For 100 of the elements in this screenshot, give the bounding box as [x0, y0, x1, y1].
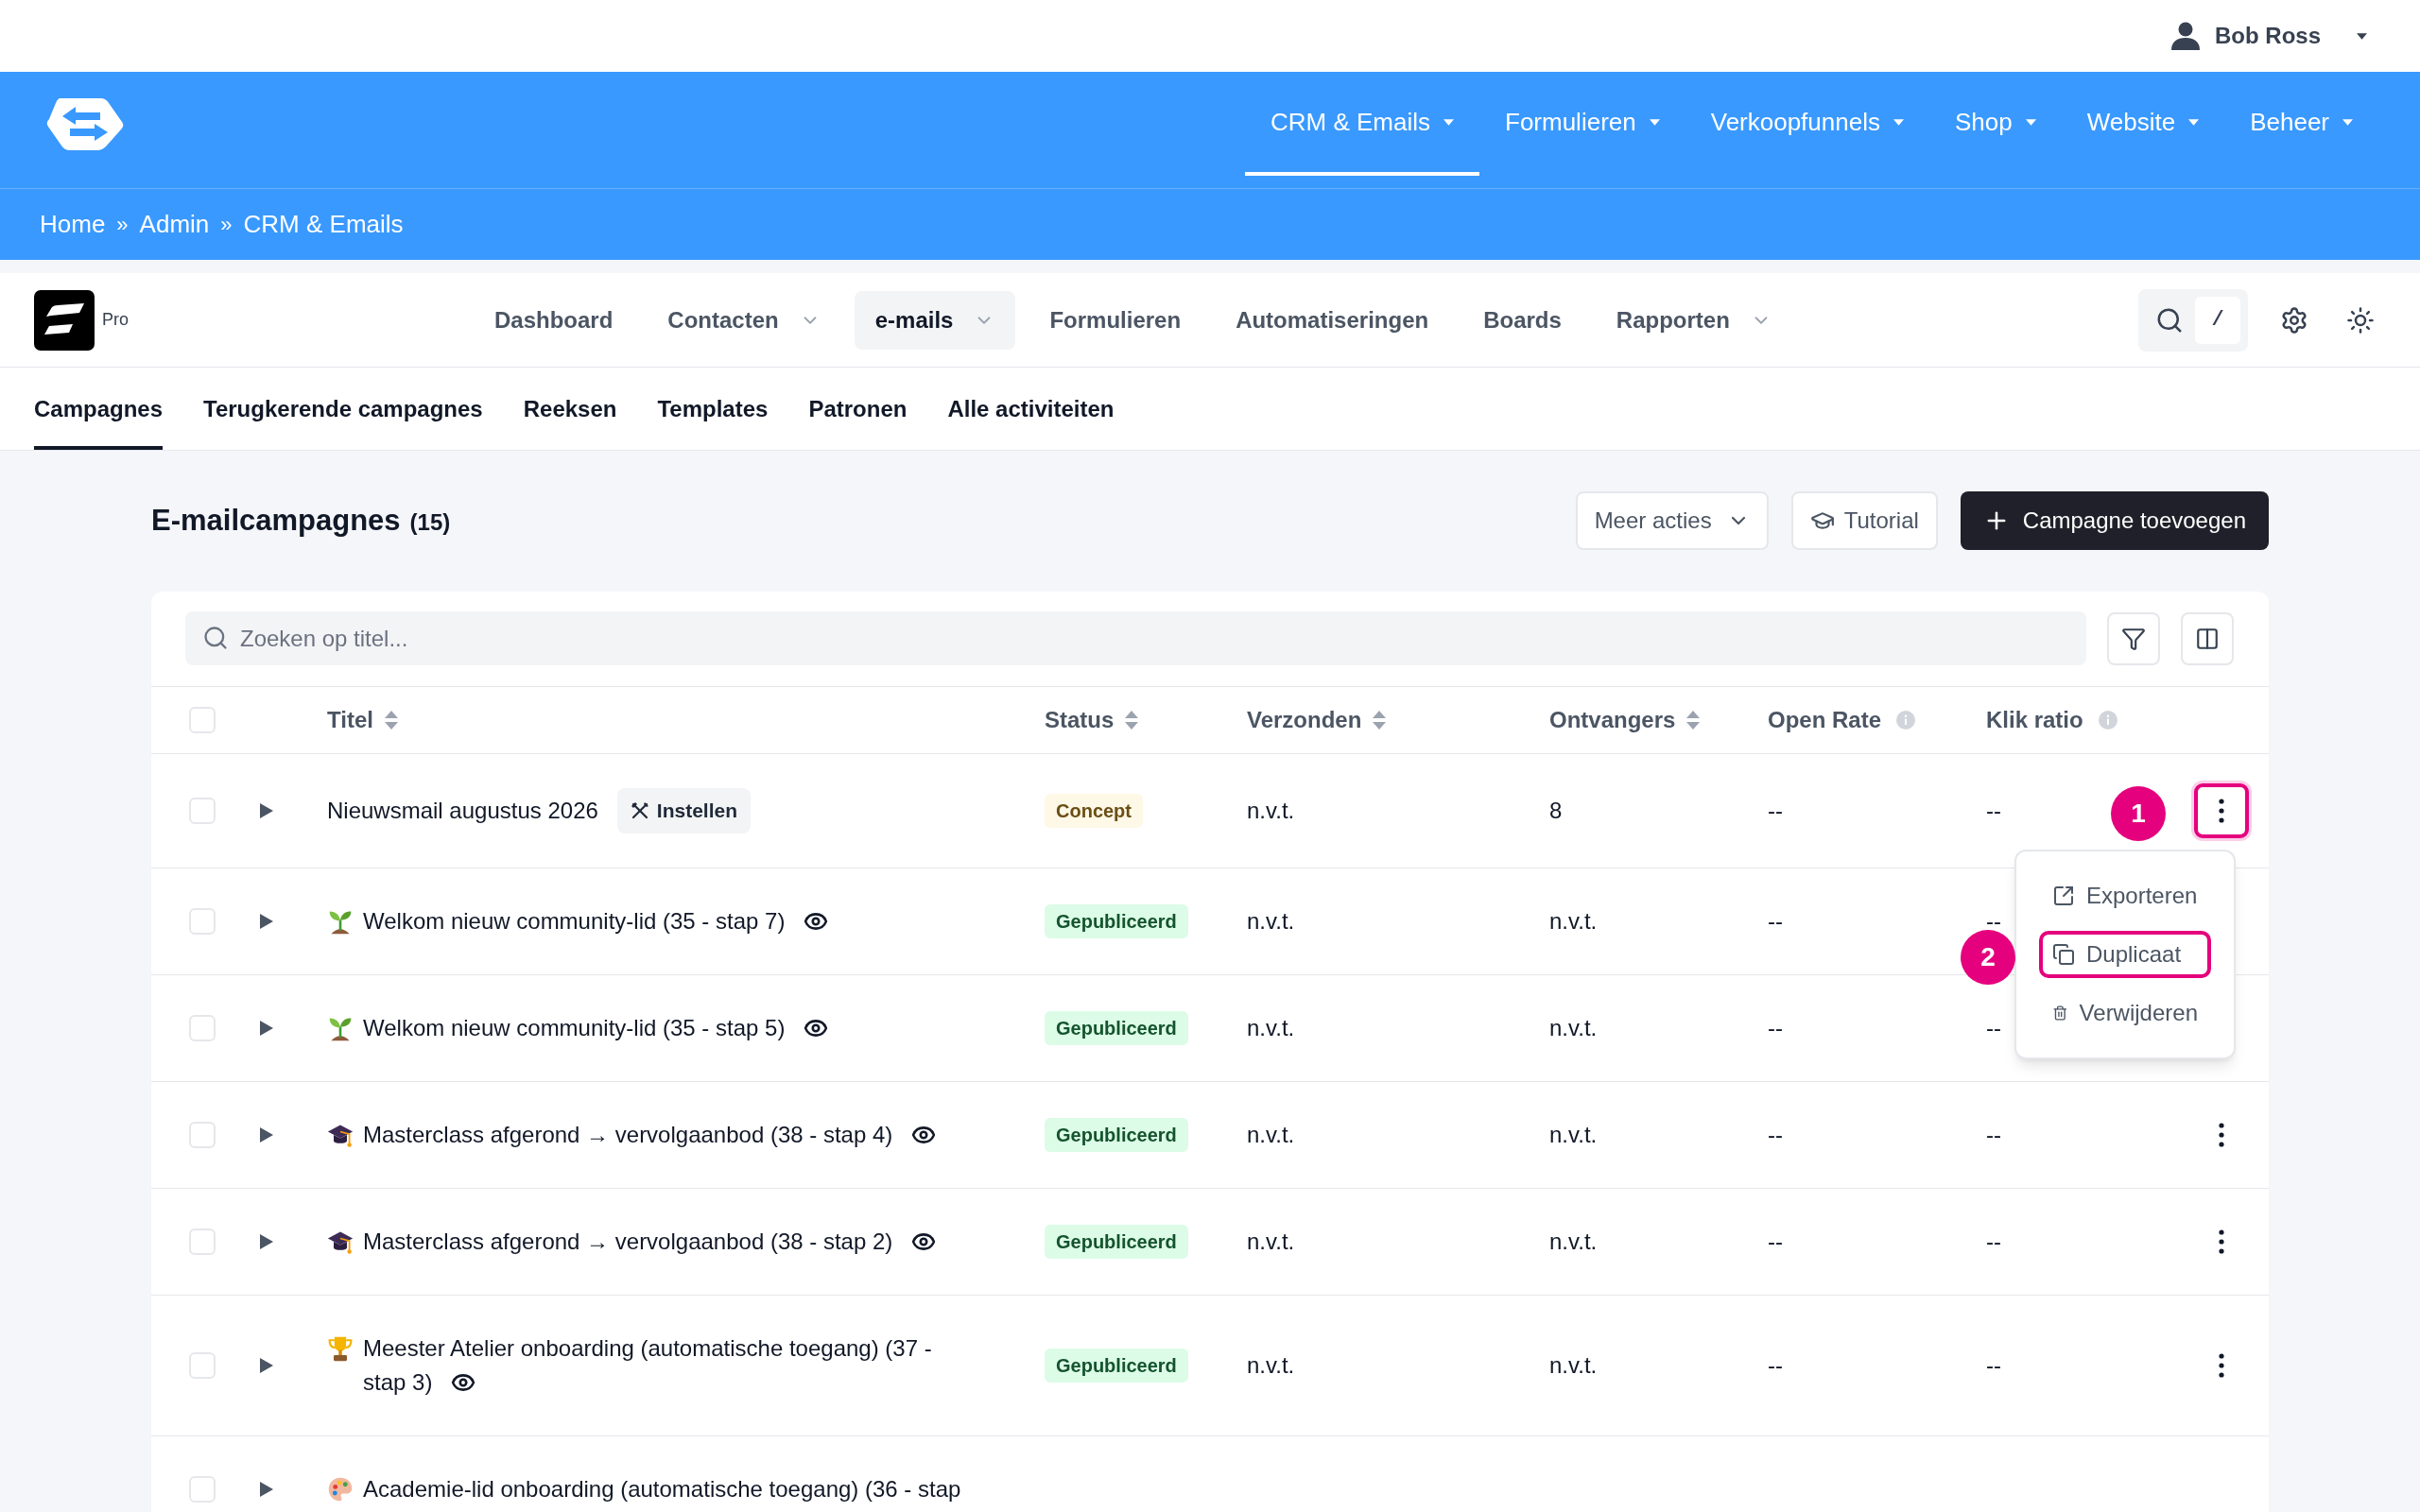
campaign-title[interactable]: Nieuwsmail augustus 2026	[327, 794, 598, 828]
recipients-cell: n.v.t.	[1549, 908, 1598, 934]
checkbox[interactable]	[189, 908, 216, 935]
more-button[interactable]	[2219, 1353, 2224, 1378]
column-header[interactable]: Status	[1045, 703, 1139, 737]
crossed-tools-icon	[630, 801, 649, 820]
sprout-icon	[327, 1015, 354, 1041]
more-button[interactable]	[2219, 1229, 2224, 1254]
caret-icon	[2342, 118, 2353, 126]
expand-triangle-icon[interactable]	[260, 1234, 273, 1249]
tutorial-button[interactable]: Tutorial	[1790, 491, 1938, 550]
status-badge: Gepubliceerd	[1045, 1225, 1188, 1259]
more-actions-button[interactable]: Meer acties	[1575, 491, 1769, 550]
recipients-cell: n.v.t.	[1549, 1015, 1598, 1040]
settings-icon[interactable]	[2280, 305, 2308, 335]
app-nav-item[interactable]: Rapporten	[1595, 290, 1792, 350]
app-nav-item[interactable]: e-mails	[854, 290, 1016, 350]
more-icon	[2219, 1123, 2224, 1147]
breadcrumb-separator: »	[220, 212, 233, 238]
columns-icon	[2195, 626, 2220, 651]
expand-triangle-icon[interactable]	[260, 803, 273, 818]
click-rate-cell: --	[1986, 1230, 2001, 1253]
campaign-title[interactable]: Masterclass afgerond → vervolgaanbod (38 - stap 2)	[363, 1225, 937, 1259]
search-field[interactable]: Zoeken op titel...	[185, 611, 2086, 665]
open-rate-cell: --	[1768, 1015, 1783, 1040]
checkbox[interactable]	[189, 707, 216, 733]
app-nav-item[interactable]: Boards	[1462, 290, 1582, 350]
menu-item[interactable]: Duplicaat	[2039, 931, 2211, 978]
tab[interactable]: Patronen	[808, 368, 908, 450]
app-nav-item[interactable]: Automatiseringen	[1215, 290, 1450, 350]
column-header: Klik ratio	[1986, 706, 2083, 734]
tab[interactable]: Alle activiteiten	[947, 368, 1115, 450]
checkbox[interactable]	[189, 1015, 216, 1041]
checkbox[interactable]	[189, 1122, 216, 1148]
expand-triangle-icon[interactable]	[260, 914, 273, 929]
checkbox[interactable]	[189, 1352, 216, 1379]
click-rate-cell: --	[1986, 1354, 2001, 1377]
open-rate-cell: --	[1768, 1228, 1783, 1254]
checkbox[interactable]	[189, 1228, 216, 1255]
expand-triangle-icon[interactable]	[260, 1127, 273, 1143]
caret-icon	[2188, 118, 2200, 126]
tab[interactable]: Templates	[657, 368, 769, 450]
expand-triangle-icon[interactable]	[260, 1021, 273, 1036]
recipients-cell: n.v.t.	[1549, 1122, 1598, 1147]
more-icon	[2219, 1229, 2224, 1254]
trophy-icon	[327, 1335, 354, 1362]
tab[interactable]: Terugkerende campagnes	[203, 368, 483, 450]
status-badge: Gepubliceerd	[1045, 1118, 1188, 1152]
sent-cell: n.v.t.	[1247, 1015, 1295, 1040]
recipients-cell: n.v.t.	[1549, 1352, 1598, 1378]
sent-cell: n.v.t.	[1247, 1352, 1295, 1378]
caret-icon	[2025, 118, 2036, 126]
open-rate-cell: --	[1768, 798, 1783, 823]
menu-item[interactable]: Exporteren	[2039, 872, 2211, 919]
column-header[interactable]: Verzonden	[1247, 703, 1387, 737]
more-button[interactable]	[2219, 1123, 2224, 1147]
user-menu[interactable]: Bob Ross	[2171, 19, 2367, 53]
app-nav-item[interactable]: Dashboard	[474, 290, 634, 350]
filter-button[interactable]	[2107, 611, 2160, 665]
expand-triangle-icon[interactable]	[260, 1482, 273, 1497]
columns-button[interactable]	[2181, 611, 2234, 665]
step-marker: 1	[2111, 786, 2166, 841]
copy-icon	[2052, 943, 2075, 966]
column-header[interactable]: Titel	[327, 703, 398, 737]
campaign-title[interactable]: Welkom nieuw community-lid (35 - stap 7)	[363, 904, 829, 938]
menu-item[interactable]: Verwijderen	[2039, 989, 2211, 1037]
caret-icon	[1649, 118, 1660, 126]
status-badge: Concept	[1045, 794, 1143, 828]
campaign-title[interactable]: Welkom nieuw community-lid (35 - stap 5)	[363, 1011, 829, 1045]
sun-icon[interactable]	[2346, 305, 2375, 335]
page-title: E-mailcampagnes	[151, 502, 401, 539]
export-icon	[2052, 885, 2075, 907]
search-button[interactable]: /	[2138, 288, 2248, 352]
click-rate-cell: --	[1986, 799, 2001, 822]
campaign-title[interactable]: Meester Atelier onboarding (automatische toegang) (37 - stap 3)	[363, 1332, 970, 1400]
campaign-title[interactable]: Academie-lid onboarding (automatische toegang) (36 - stap	[363, 1472, 961, 1506]
item-count: (15)	[409, 507, 451, 537]
open-rate-cell: --	[1768, 1352, 1783, 1378]
click-rate-cell: --	[1986, 1017, 2001, 1040]
brand-logo[interactable]	[45, 95, 125, 152]
expand-triangle-icon[interactable]	[260, 1358, 273, 1373]
column-header[interactable]: Ontvangers	[1549, 703, 1701, 737]
setup-button[interactable]: Instellen	[616, 788, 752, 833]
checkbox[interactable]	[189, 1476, 216, 1503]
app-logo[interactable]	[34, 289, 95, 351]
click-rate-cell: --	[1986, 910, 2001, 933]
checkbox[interactable]	[189, 798, 216, 824]
palette-icon	[327, 1476, 354, 1503]
breadcrumb-separator: »	[116, 212, 129, 238]
tab[interactable]: Campagnes	[34, 368, 164, 450]
campaign-title[interactable]: Masterclass afgerond → vervolgaanbod (38 - stap 4)	[363, 1118, 937, 1152]
status-badge: Gepubliceerd	[1045, 1349, 1188, 1383]
add-campaign-button[interactable]: Campagne toevoegen	[1960, 491, 2269, 550]
app-nav-item[interactable]: Contacten	[647, 290, 841, 350]
app-nav-item[interactable]: Formulieren	[1028, 290, 1202, 350]
open-rate-cell: --	[1768, 1122, 1783, 1147]
shortcut-key: /	[2195, 296, 2240, 344]
open-rate-cell: --	[1768, 908, 1783, 934]
sent-cell: n.v.t.	[1247, 908, 1295, 934]
tab[interactable]: Reeksen	[523, 368, 617, 450]
